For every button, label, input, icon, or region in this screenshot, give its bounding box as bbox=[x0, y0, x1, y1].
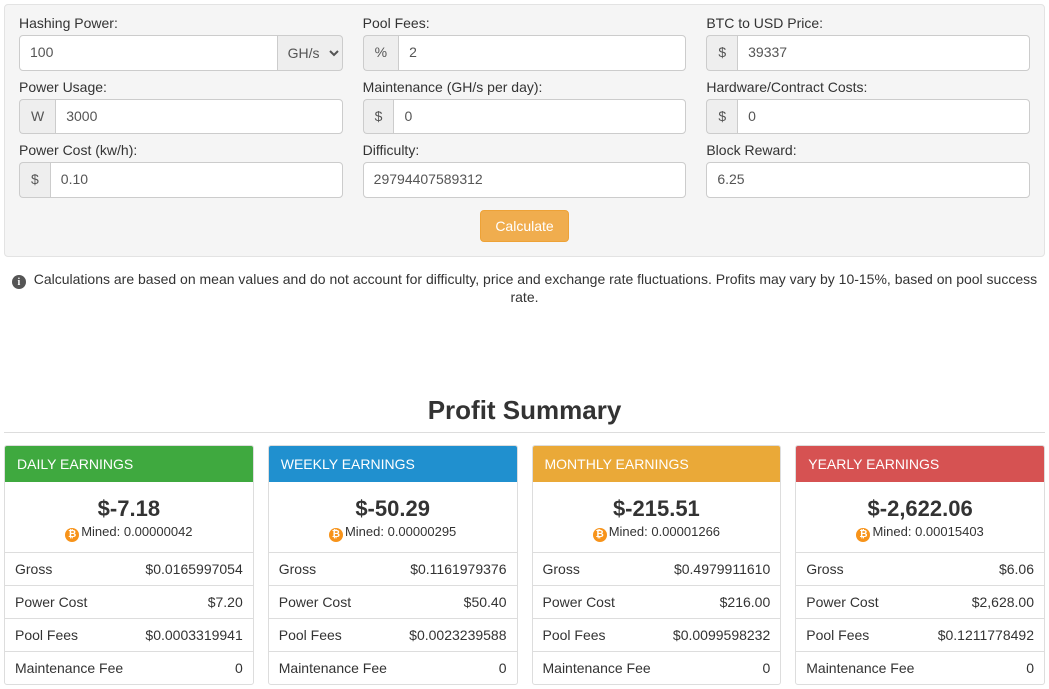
maintenance-label: Maintenance (GH/s per day): bbox=[363, 79, 687, 95]
btc-icon: ₿ bbox=[593, 528, 607, 542]
card-title: DAILY EARNINGS bbox=[5, 446, 253, 482]
hashing-power-unit-select[interactable]: GH/s bbox=[278, 35, 343, 71]
block-reward-label: Block Reward: bbox=[706, 142, 1030, 158]
row-maint: Maintenance Fee0 bbox=[796, 651, 1044, 684]
dollar-icon: $ bbox=[19, 162, 50, 198]
hardware-cost-label: Hardware/Contract Costs: bbox=[706, 79, 1030, 95]
row-power: Power Cost$216.00 bbox=[533, 585, 781, 618]
row-gross: Gross$0.4979911610 bbox=[533, 552, 781, 585]
yearly-earn-value: $-2,622.06 bbox=[804, 496, 1036, 522]
yearly-earnings-card: YEARLY EARNINGS $-2,622.06 ₿Mined: 0.000… bbox=[795, 445, 1045, 685]
row-power: Power Cost$2,628.00 bbox=[796, 585, 1044, 618]
summary-title-divider: Profit Summary bbox=[4, 395, 1045, 433]
row-gross: Gross$0.0165997054 bbox=[5, 552, 253, 585]
calculator-form: Hashing Power: GH/s Pool Fees: % BTC to … bbox=[4, 4, 1045, 257]
daily-mined: ₿Mined: 0.00000042 bbox=[13, 524, 245, 542]
yearly-mined: ₿Mined: 0.00015403 bbox=[804, 524, 1036, 542]
dollar-icon: $ bbox=[706, 35, 737, 71]
weekly-mined: ₿Mined: 0.00000295 bbox=[277, 524, 509, 542]
row-maint: Maintenance Fee0 bbox=[5, 651, 253, 684]
block-reward-input[interactable] bbox=[706, 162, 1030, 198]
hashing-power-label: Hashing Power: bbox=[19, 15, 343, 31]
monthly-earn-value: $-215.51 bbox=[541, 496, 773, 522]
weekly-earn-value: $-50.29 bbox=[277, 496, 509, 522]
btc-icon: ₿ bbox=[329, 528, 343, 542]
maintenance-input[interactable] bbox=[393, 99, 686, 135]
row-pool: Pool Fees$0.0003319941 bbox=[5, 618, 253, 651]
btc-price-input[interactable] bbox=[737, 35, 1030, 71]
difficulty-input[interactable] bbox=[363, 162, 687, 198]
card-title: YEARLY EARNINGS bbox=[796, 446, 1044, 482]
disclaimer-text: i Calculations are based on mean values … bbox=[4, 271, 1045, 306]
row-pool: Pool Fees$0.0099598232 bbox=[533, 618, 781, 651]
btc-icon: ₿ bbox=[856, 528, 870, 542]
monthly-earnings-card: MONTHLY EARNINGS $-215.51 ₿Mined: 0.0000… bbox=[532, 445, 782, 685]
power-usage-input[interactable] bbox=[55, 99, 342, 135]
row-gross: Gross$6.06 bbox=[796, 552, 1044, 585]
row-gross: Gross$0.1161979376 bbox=[269, 552, 517, 585]
card-title: MONTHLY EARNINGS bbox=[533, 446, 781, 482]
dollar-icon: $ bbox=[706, 99, 737, 135]
calculate-button[interactable]: Calculate bbox=[480, 210, 568, 242]
pool-fees-label: Pool Fees: bbox=[363, 15, 687, 31]
daily-earnings-card: DAILY EARNINGS $-7.18 ₿Mined: 0.00000042… bbox=[4, 445, 254, 685]
hardware-cost-input[interactable] bbox=[737, 99, 1030, 135]
btc-price-label: BTC to USD Price: bbox=[706, 15, 1030, 31]
dollar-icon: $ bbox=[363, 99, 394, 135]
hashing-power-input[interactable] bbox=[19, 35, 278, 71]
difficulty-label: Difficulty: bbox=[363, 142, 687, 158]
pool-fees-input[interactable] bbox=[398, 35, 686, 71]
row-maint: Maintenance Fee0 bbox=[269, 651, 517, 684]
row-power: Power Cost$7.20 bbox=[5, 585, 253, 618]
btc-icon: ₿ bbox=[65, 528, 79, 542]
row-pool: Pool Fees$0.0023239588 bbox=[269, 618, 517, 651]
info-icon: i bbox=[12, 275, 26, 289]
weekly-earnings-card: WEEKLY EARNINGS $-50.29 ₿Mined: 0.000002… bbox=[268, 445, 518, 685]
row-maint: Maintenance Fee0 bbox=[533, 651, 781, 684]
monthly-mined: ₿Mined: 0.00001266 bbox=[541, 524, 773, 542]
watt-icon: W bbox=[19, 99, 55, 135]
power-cost-label: Power Cost (kw/h): bbox=[19, 142, 343, 158]
card-title: WEEKLY EARNINGS bbox=[269, 446, 517, 482]
row-power: Power Cost$50.40 bbox=[269, 585, 517, 618]
profit-cards: DAILY EARNINGS $-7.18 ₿Mined: 0.00000042… bbox=[4, 445, 1045, 685]
power-cost-input[interactable] bbox=[50, 162, 343, 198]
power-usage-label: Power Usage: bbox=[19, 79, 343, 95]
row-pool: Pool Fees$0.1211778492 bbox=[796, 618, 1044, 651]
profit-summary-heading: Profit Summary bbox=[4, 395, 1045, 426]
daily-earn-value: $-7.18 bbox=[13, 496, 245, 522]
percent-icon: % bbox=[363, 35, 398, 71]
